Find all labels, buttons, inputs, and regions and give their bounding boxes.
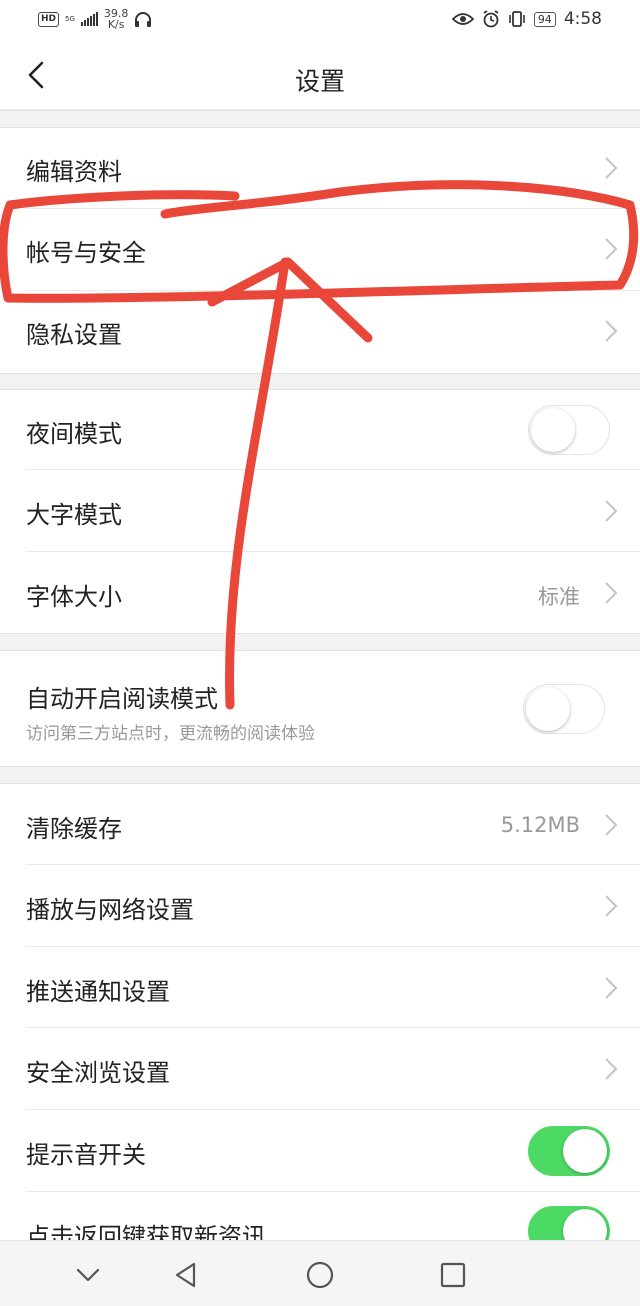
battery-level: 94 [533, 11, 556, 27]
setting-large-text[interactable]: 大字模式 [0, 470, 640, 552]
chevron-right-icon [605, 238, 618, 260]
toggle-knob [563, 1129, 607, 1173]
setting-label: 夜间模式 [26, 420, 122, 448]
chevron-right-icon [605, 977, 618, 999]
section-gap [0, 110, 640, 128]
setting-account-security[interactable]: 帐号与安全 [0, 209, 640, 291]
sound-toggle[interactable] [528, 1126, 610, 1176]
section-gap [0, 766, 640, 784]
chevron-right-icon [605, 157, 618, 179]
setting-label: 隐私设置 [26, 321, 122, 349]
page-title: 设置 [294, 67, 345, 96]
title-bar: 设置 [0, 40, 640, 110]
setting-sound-toggle: 提示音开关 [0, 1110, 640, 1192]
chevron-right-icon [605, 1058, 618, 1080]
setting-label: 提示音开关 [26, 1141, 146, 1169]
network-label: 5G [65, 15, 75, 23]
setting-playback-network[interactable]: 播放与网络设置 [0, 865, 640, 947]
speed-unit: K/s [107, 18, 125, 31]
status-bar: HD 5G 39.8 K/s 94 4:58 [0, 0, 640, 40]
setting-push-notifications[interactable]: 推送通知设置 [0, 947, 640, 1028]
setting-label: 字体大小 [26, 583, 122, 611]
setting-label: 编辑资料 [26, 158, 122, 186]
headphones-icon [135, 12, 152, 27]
setting-description: 访问第三方站点时，更流畅的阅读体验 [26, 724, 315, 744]
clock: 4:58 [563, 9, 602, 29]
system-nav-bar [0, 1240, 640, 1306]
vibrate-icon [509, 11, 525, 27]
toggle-knob [531, 408, 575, 452]
network-type: 5G [65, 15, 75, 23]
setting-label: 安全浏览设置 [26, 1059, 170, 1087]
nav-hide-icon[interactable] [72, 1259, 104, 1291]
night-mode-toggle[interactable] [528, 405, 610, 455]
setting-label: 帐号与安全 [26, 239, 146, 267]
section-gap [0, 373, 640, 390]
chevron-right-icon [605, 814, 618, 836]
chevron-right-icon [605, 320, 618, 342]
setting-safe-browsing[interactable]: 安全浏览设置 [0, 1028, 640, 1110]
setting-label: 大字模式 [26, 501, 122, 529]
nav-home-icon[interactable] [304, 1259, 336, 1291]
setting-label: 自动开启阅读模式 [26, 685, 218, 713]
setting-label: 推送通知设置 [26, 978, 170, 1006]
network-speed: 39.8 K/s [104, 8, 129, 30]
setting-value: 标准 [538, 585, 580, 609]
signal-icon [80, 12, 98, 26]
setting-clear-cache[interactable]: 清除缓存 5.12MB [0, 784, 640, 865]
setting-edit-profile[interactable]: 编辑资料 [0, 128, 640, 209]
setting-label: 播放与网络设置 [26, 896, 194, 924]
hd-badge: HD [38, 11, 60, 27]
nav-back-icon[interactable] [170, 1259, 202, 1291]
setting-privacy[interactable]: 隐私设置 [0, 291, 640, 373]
chevron-right-icon [605, 500, 618, 522]
section-gap [0, 633, 640, 651]
nav-recents-icon[interactable] [437, 1259, 469, 1291]
eye-icon [451, 13, 474, 25]
setting-auto-reading-mode: 自动开启阅读模式 访问第三方站点时，更流畅的阅读体验 [0, 651, 640, 766]
setting-value: 5.12MB [500, 813, 580, 837]
chevron-right-icon [605, 895, 618, 917]
chevron-right-icon [605, 582, 618, 604]
setting-night-mode: 夜间模式 [0, 390, 640, 470]
status-right: 94 4:58 [451, 9, 602, 29]
setting-label: 清除缓存 [26, 815, 122, 843]
setting-font-size[interactable]: 字体大小 标准 [0, 552, 640, 633]
toggle-knob [526, 687, 570, 731]
reading-mode-toggle[interactable] [523, 684, 605, 734]
alarm-icon [483, 10, 499, 28]
status-left: HD 5G 39.8 K/s [38, 8, 152, 30]
